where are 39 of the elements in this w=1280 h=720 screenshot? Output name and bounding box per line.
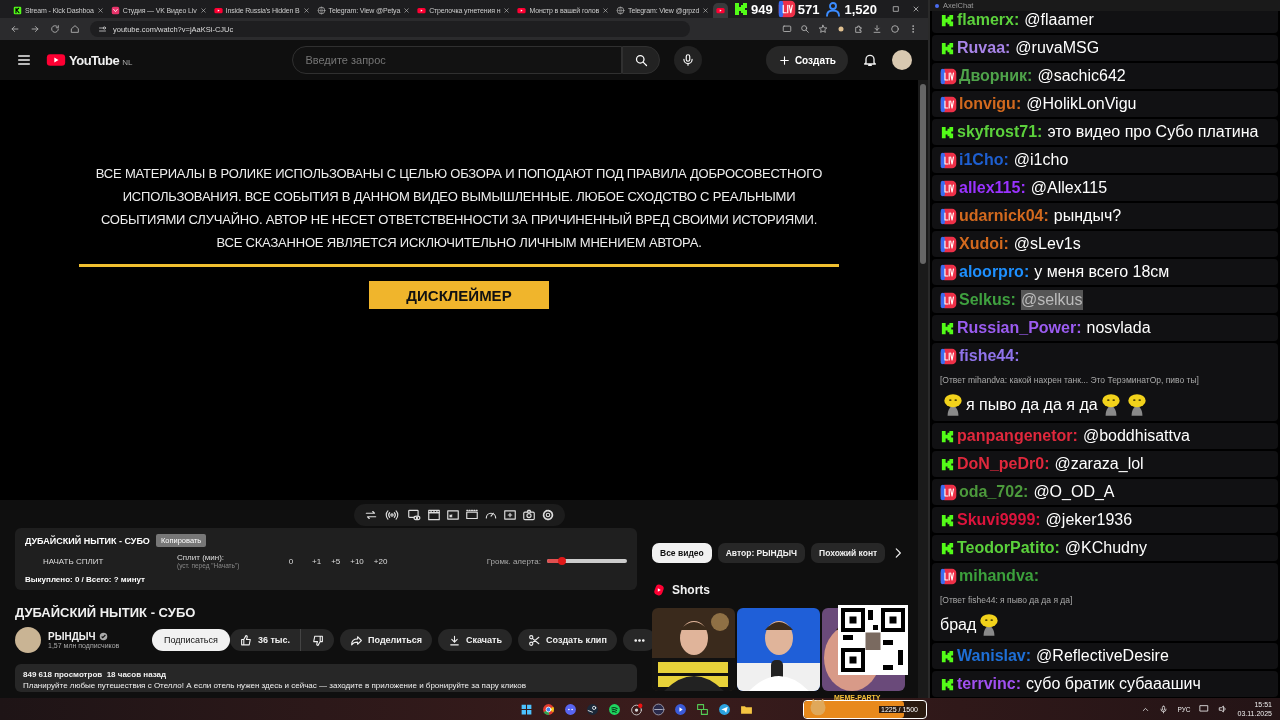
region-label: NL — [122, 58, 133, 67]
message-text: брад — [940, 615, 977, 635]
split-label: Сплит (мин): — [177, 553, 226, 562]
reply-quote: [Ответ fishe44: я пыво да да я да] — [940, 594, 1074, 607]
message-text: @sachic642 — [1037, 66, 1126, 86]
message-text: @ReflectiveDesire — [1036, 646, 1169, 666]
viewer-count: 571 — [797, 1, 820, 17]
disclaimer-banner: ДИСКЛЕЙМЕР — [369, 281, 549, 309]
video-title: ДУБАЙСКИЙ НЫТИК - СУБО — [15, 605, 197, 620]
message-text: рындыч? — [1053, 206, 1122, 226]
message-text: @boddhisattva — [1082, 426, 1190, 446]
message-text: @ruvaMSG — [1015, 38, 1100, 58]
section-heading: Shorts — [672, 583, 710, 597]
disclaimer-text: ВСЕ МАТЕРИАЛЫ В РОЛИКЕ ИСПОЛЬЗОВАНЫ С ЦЕЛЬЮ ОБЗОРА И ПОПОДАЮТ ПОД ПРАВИЛА ДОБРОСОВЕСТНОГО ИСПОЛЬЗОВАНИЯ. ВСЕ СОБЫТИЯ В ДАННОМ ВИДЕО ВЫМЫШЛЕННЫЕ. ЛЮБОЕ СХОДСТВО С РЕАЛЬНЫМИ СОБЫТИЯМИ СЛУЧАЙНО. АВТОР НЕ НЕСЕТ ОТВЕТСТВЕННОСТИ ЗА ПРИЧИНЕННЫЙ ВРЕД СВОИМИ ИСТОРИЯМИ. ВСЕ СКАЗАННОЕ ЯВЛЯЕТСЯ ИСКЛЮЧИТЕЛЬНО ЛИЧНЫМ МНЕНИЕМ АВТОРА. — [94, 165, 824, 252]
summary-text: Выкуплено: 0 / Всего: ? минут — [25, 575, 146, 584]
message-text: nosvlada — [1086, 318, 1151, 338]
message-text: @selkus — [1020, 290, 1083, 310]
split-value: 0 — [287, 556, 295, 566]
message-text: @flaamer — [1024, 11, 1094, 30]
message-text: субо братик субааашич — [1026, 674, 1201, 694]
viewer-count: 949 — [751, 1, 773, 17]
view-stats: 849 618 просмотров 18 часов назад — [23, 670, 168, 679]
viewer-count: 1,520 — [844, 1, 877, 17]
description-text: Планируйте любые путешествия с Отелло! А если отель нужен здесь и сейчас — заходите в приложение и бронируйте за пару кликов — [23, 681, 527, 690]
message-text: @jeker1936 — [1045, 510, 1133, 530]
message-text: это видео про Субо платина — [1047, 122, 1259, 142]
message-text: @sLev1s — [1013, 234, 1081, 254]
message-text: @HolikLonVigu — [1026, 94, 1137, 114]
panel-title: ДУБАЙСКИЙ НЫТИК - СУБО — [25, 535, 150, 546]
message-text: @O_OD_A — [1033, 482, 1115, 502]
message-text: @KChudny — [1064, 538, 1147, 558]
logo-text: YouTube — [69, 52, 120, 68]
volume-label: Громк. алерта: — [486, 556, 541, 566]
message-text: у меня всего 18см — [1034, 262, 1170, 282]
message-text: @Allex115 — [1030, 178, 1108, 198]
message-text: @zaraza_lol — [1054, 454, 1144, 474]
message-text: @i1cho — [1013, 150, 1069, 170]
reply-quote: [Ответ mihandva: какой нахрен танк... Это ТерэминатОр, пиво ты] — [940, 374, 1200, 387]
message-text: я пыво да да я да — [966, 395, 1098, 415]
